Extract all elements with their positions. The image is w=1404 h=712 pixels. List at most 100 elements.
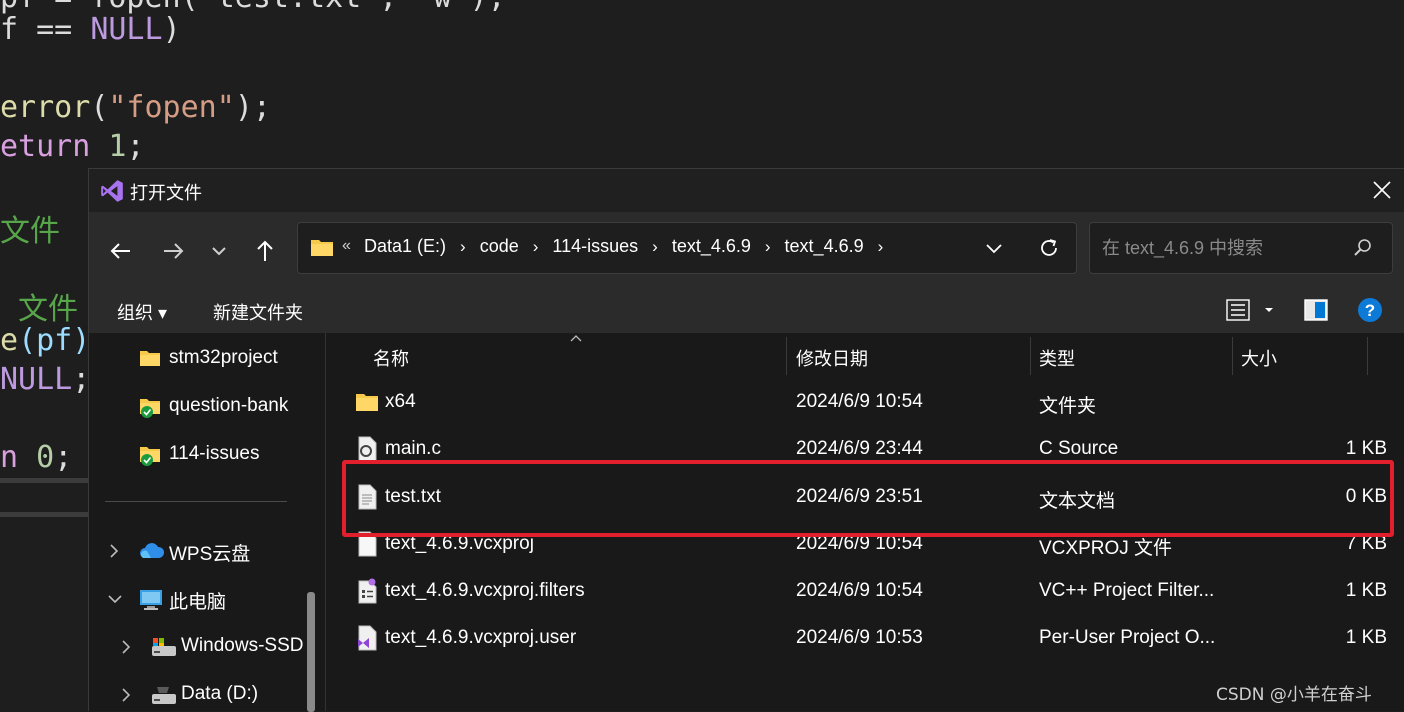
file-name: text_4.6.9.vcxproj.filters	[385, 580, 585, 601]
file-size: 1 KB	[1345, 438, 1387, 459]
sidebar-item-label: WPS云盘	[169, 544, 251, 565]
code-line: f == NULL)	[0, 12, 181, 47]
file-name: text_4.6.9.vcxproj.user	[385, 627, 577, 648]
file-row[interactable]: x64 2024/6/9 10:54 文件夹	[327, 379, 1387, 426]
file-row[interactable]: test.txt 2024/6/9 23:51 文本文档 0 KB	[327, 474, 1387, 521]
breadcrumb-separator-icon[interactable]: ›	[878, 237, 884, 257]
code-token: );	[234, 90, 271, 125]
c-source-icon	[358, 436, 377, 462]
recent-locations-button[interactable]	[201, 233, 237, 269]
file-type: VCXPROJ 文件	[1039, 538, 1173, 559]
open-file-dialog: 打开文件 « Data1 (E:) › code › 114-issues › …	[88, 168, 1404, 712]
folder-icon	[140, 351, 160, 366]
help-icon: ?	[1358, 298, 1382, 322]
breadcrumb-separator-icon[interactable]: ›	[460, 237, 466, 257]
code-token: 0	[36, 440, 55, 475]
file-name: x64	[385, 391, 416, 412]
close-icon	[1373, 181, 1391, 199]
editor-divider	[0, 512, 88, 517]
code-token: eturn	[0, 129, 109, 164]
dialog-titlebar: 打开文件	[89, 169, 1404, 212]
file-row[interactable]: main.c 2024/6/9 23:44 C Source 1 KB	[327, 426, 1387, 473]
arrow-right-icon	[164, 243, 184, 259]
column-divider[interactable]	[1232, 337, 1233, 375]
sort-ascending-icon	[570, 335, 582, 342]
navigation-bar: « Data1 (E:) › code › 114-issues › text_…	[89, 212, 1404, 287]
folder-synced-icon	[140, 399, 160, 418]
column-type[interactable]: 类型	[1039, 345, 1075, 371]
code-token: f ==	[0, 12, 91, 47]
column-divider[interactable]	[1030, 337, 1031, 375]
chevron-right-icon[interactable]	[107, 543, 121, 559]
search-input[interactable]	[1100, 235, 1354, 261]
code-line: error("fopen");	[0, 90, 271, 125]
code-token: ;	[126, 129, 145, 164]
file-date: 2024/6/9 23:44	[796, 438, 923, 459]
back-button[interactable]	[103, 233, 139, 269]
file-type: VC++ Project Filter...	[1039, 580, 1215, 601]
file-row[interactable]: text_4.6.9.vcxproj.user 2024/6/9 10:53 P…	[327, 615, 1387, 662]
file-type: 文本文档	[1039, 491, 1116, 512]
column-name[interactable]: 名称	[373, 345, 409, 371]
chevron-down-icon[interactable]	[107, 591, 123, 607]
organize-button[interactable]: 组织 ▾	[117, 299, 167, 325]
preview-pane-button[interactable]	[1303, 297, 1331, 325]
search-icon[interactable]	[1352, 237, 1374, 259]
file-row[interactable]: text_4.6.9.vcxproj 2024/6/9 10:54 VCXPRO…	[327, 521, 1387, 568]
watermark: CSDN @小羊在奋斗	[1216, 685, 1372, 705]
column-divider[interactable]	[786, 337, 787, 375]
code-token: )	[162, 12, 181, 47]
visual-studio-logo-icon	[101, 180, 123, 202]
list-view-icon	[1226, 299, 1273, 321]
chevron-down-icon[interactable]	[982, 236, 1006, 260]
column-date-modified[interactable]: 修改日期	[796, 345, 868, 371]
code-token: n	[0, 440, 37, 475]
file-date: 2024/6/9 10:54	[796, 391, 923, 412]
sidebar-item-label: Data (D:)	[181, 683, 259, 704]
file-name: main.c	[385, 438, 441, 459]
help-button[interactable]: ?	[1357, 296, 1385, 324]
editor-divider	[0, 478, 88, 483]
new-folder-button[interactable]: 新建文件夹	[213, 299, 303, 325]
folder-synced-icon	[140, 447, 160, 466]
forward-button[interactable]	[155, 233, 191, 269]
code-token: error	[0, 90, 91, 125]
file-row[interactable]: text_4.6.9.vcxproj.filters 2024/6/9 10:5…	[327, 568, 1387, 615]
arrow-up-icon	[257, 240, 273, 261]
code-token: "fopen"	[108, 90, 235, 125]
address-bar[interactable]: « Data1 (E:) › code › 114-issues › text_…	[297, 222, 1077, 274]
code-line: NULL;	[0, 362, 90, 397]
pane-divider	[325, 333, 326, 711]
breadcrumb-item[interactable]: 114-issues	[550, 236, 640, 257]
up-button[interactable]	[247, 233, 283, 269]
breadcrumb-item[interactable]: text_4.6.9	[670, 236, 753, 257]
breadcrumb-separator-icon[interactable]: ›	[533, 237, 539, 257]
code-token: 文件	[0, 292, 79, 327]
close-button[interactable]	[1359, 169, 1404, 212]
column-divider[interactable]	[1367, 337, 1368, 375]
vs-user-file-icon	[358, 625, 377, 651]
search-box[interactable]	[1089, 222, 1393, 274]
preview-pane-icon	[1304, 299, 1328, 321]
file-type: C Source	[1039, 438, 1119, 459]
breadcrumb-item[interactable]: text_4.6.9	[783, 236, 866, 257]
code-line: eturn 1;	[0, 129, 145, 164]
code-token: 1	[108, 129, 127, 164]
chevron-down-icon	[212, 247, 226, 256]
chevron-right-icon[interactable]	[119, 687, 133, 703]
view-options-button[interactable]	[1225, 297, 1277, 325]
breadcrumb-item[interactable]: Data1 (E:)	[362, 236, 448, 257]
overflow-chevrons[interactable]: «	[342, 237, 351, 255]
code-token: ;	[54, 440, 73, 475]
file-date: 2024/6/9 23:51	[796, 486, 923, 507]
file-type: Per-User Project O...	[1039, 627, 1216, 648]
breadcrumb-separator-icon[interactable]: ›	[652, 237, 658, 257]
sidebar-scrollbar[interactable]	[307, 592, 315, 712]
chevron-right-icon[interactable]	[119, 639, 133, 655]
column-header: 名称 修改日期 类型 大小	[327, 333, 1404, 379]
cloud-icon	[140, 543, 165, 558]
column-size[interactable]: 大小	[1241, 345, 1277, 371]
breadcrumb-item[interactable]: code	[478, 236, 521, 257]
breadcrumb-separator-icon[interactable]: ›	[765, 237, 771, 257]
refresh-icon[interactable]	[1036, 235, 1062, 261]
